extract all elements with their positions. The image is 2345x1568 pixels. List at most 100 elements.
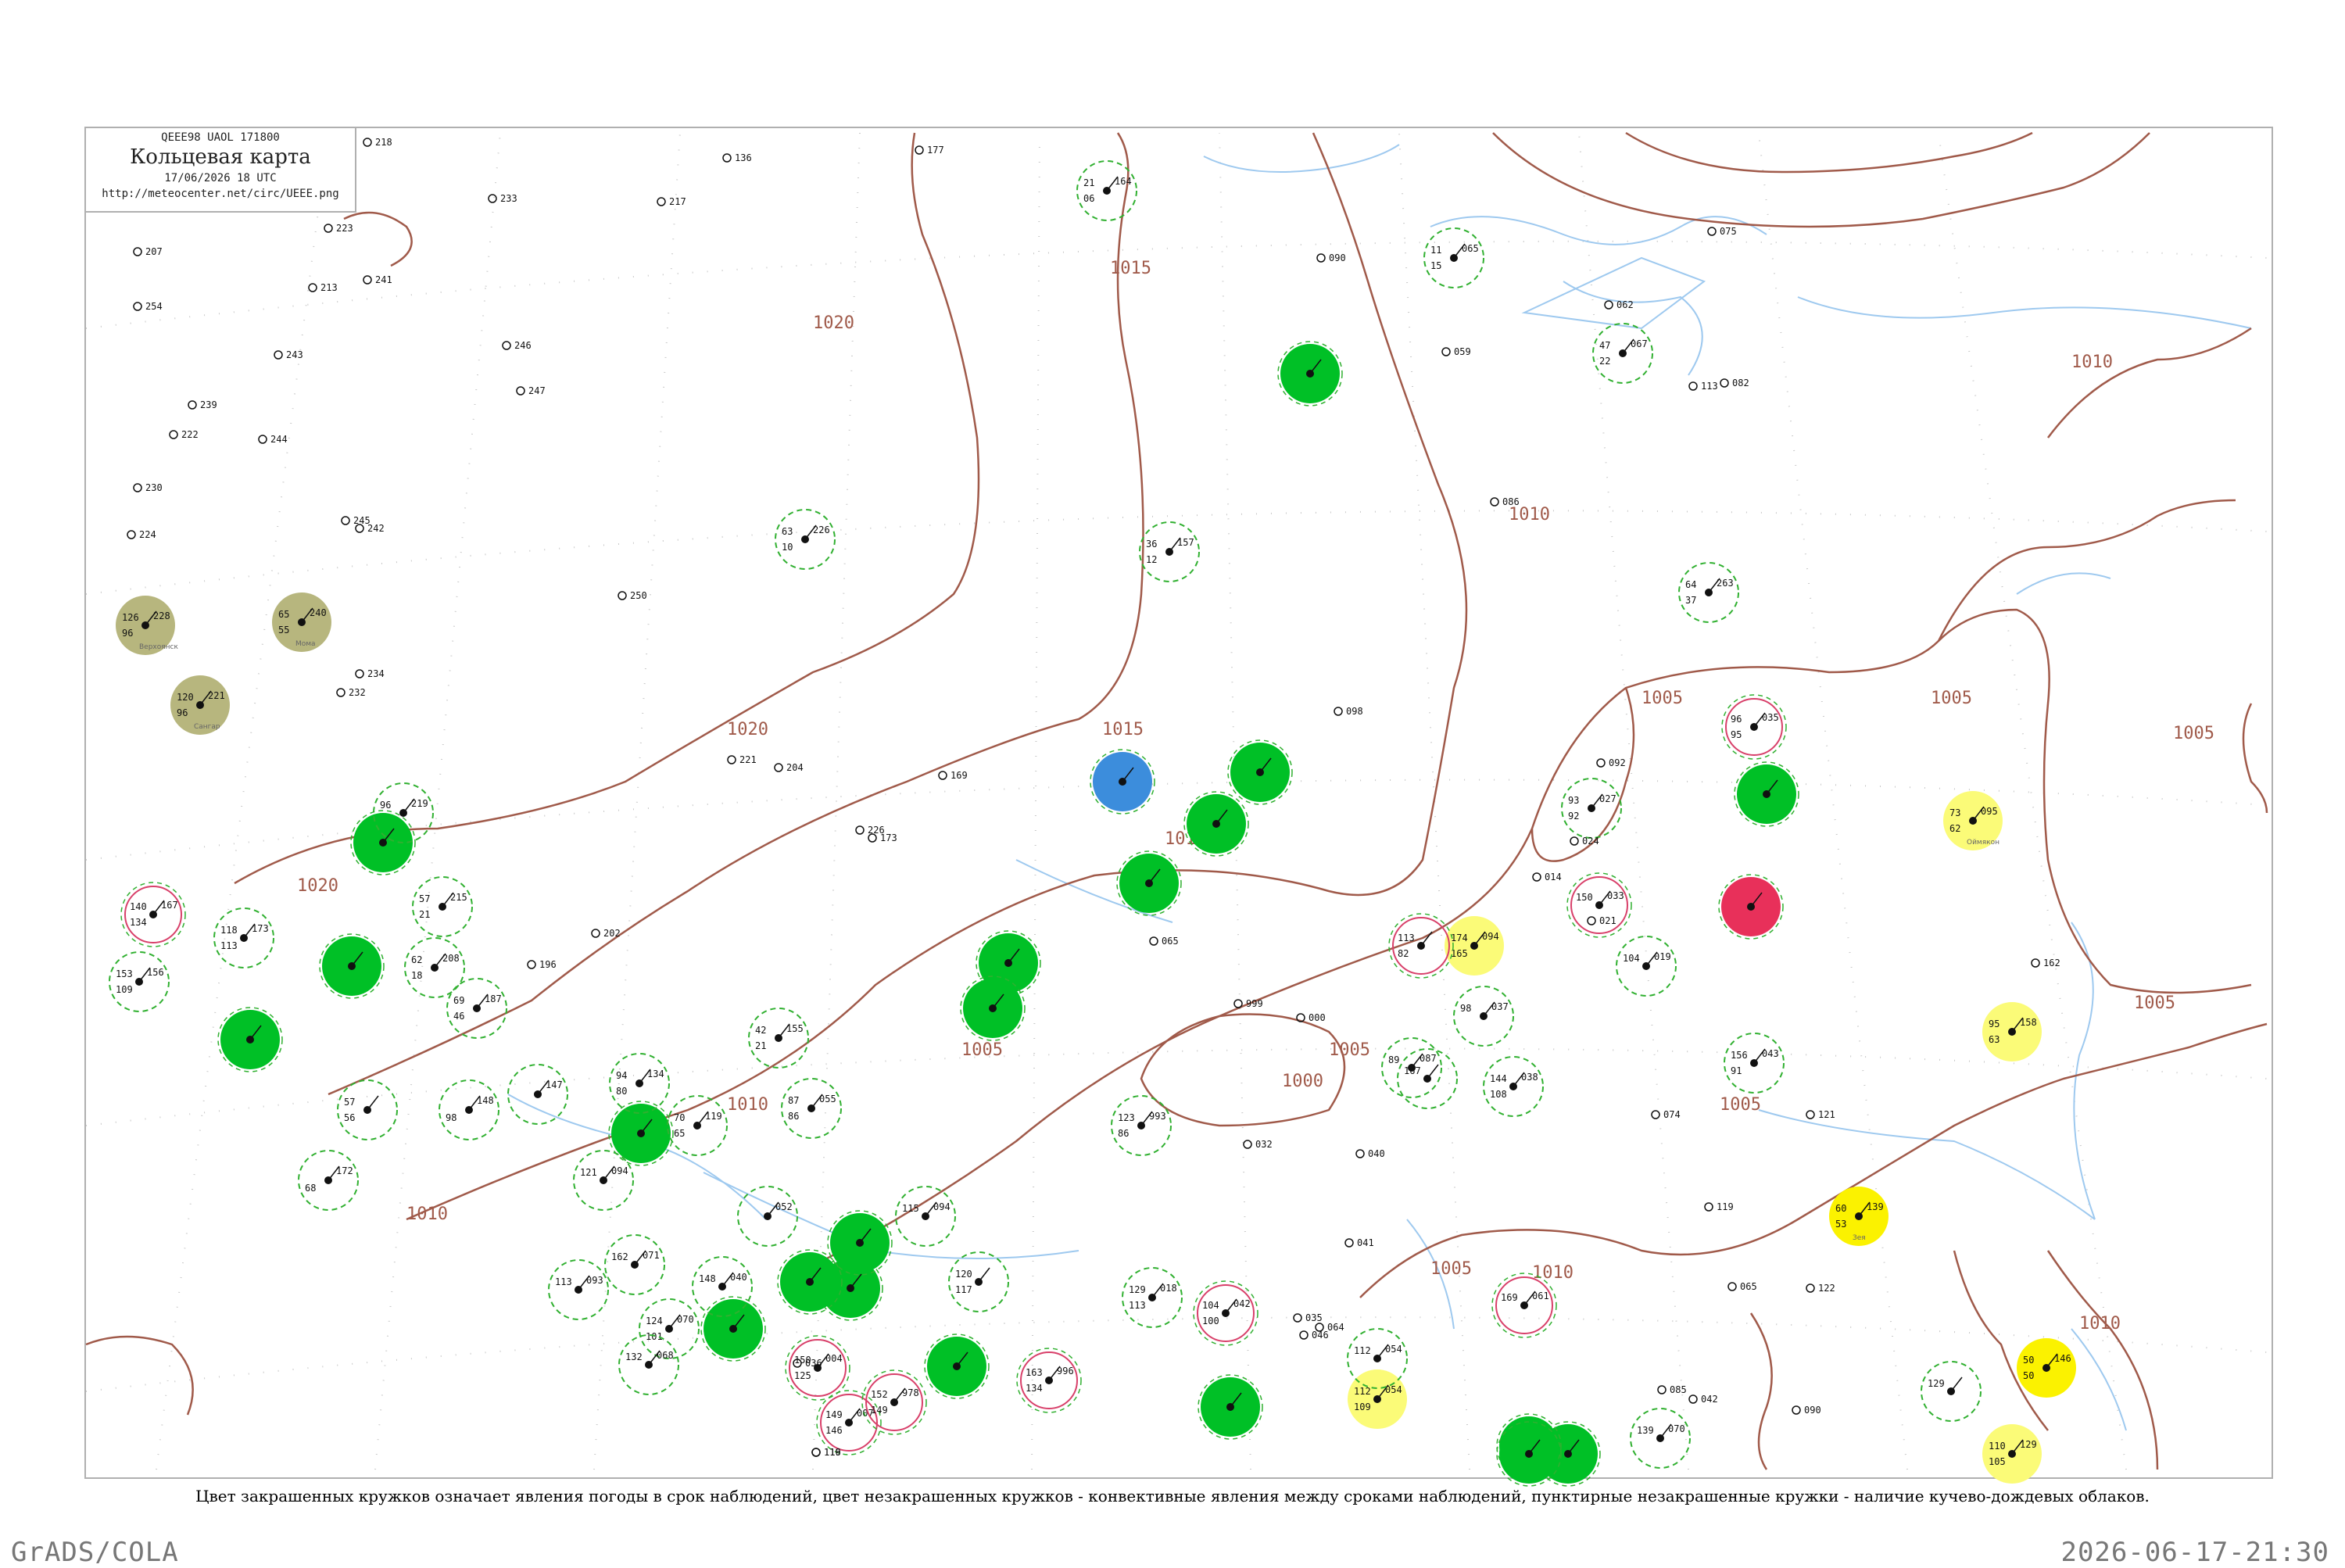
station-marker[interactable]: 93 92 027 bbox=[1561, 778, 1622, 839]
station-marker[interactable]: 140 134 167 bbox=[120, 882, 186, 947]
station-marker[interactable]: 169 061 bbox=[1491, 1273, 1557, 1338]
station-plot[interactable]: 121 bbox=[1806, 1109, 1835, 1120]
station-plot[interactable]: 119 bbox=[1704, 1201, 1734, 1212]
station-plot[interactable]: 090 bbox=[1316, 252, 1346, 263]
station-plot[interactable]: 241 bbox=[363, 274, 392, 285]
station-plot[interactable]: 173 bbox=[868, 832, 897, 843]
station-plot[interactable]: 213 bbox=[308, 282, 338, 293]
station-marker[interactable]: 87 86 055 bbox=[781, 1078, 842, 1139]
station-marker[interactable]: 42 21 155 bbox=[748, 1008, 809, 1069]
station-marker[interactable]: 63 10 226 bbox=[775, 509, 836, 570]
station-marker[interactable]: 36 12 157 bbox=[1139, 521, 1200, 582]
station-marker[interactable]: 129 bbox=[1921, 1361, 1982, 1422]
station-plot[interactable]: 075 bbox=[1707, 226, 1737, 237]
station-marker[interactable]: 149146007 bbox=[816, 1390, 882, 1455]
station-marker[interactable]: 60 53 139 Зея bbox=[1829, 1187, 1889, 1246]
station-plot[interactable]: 245 bbox=[341, 515, 371, 526]
station-plot[interactable]: 065 bbox=[1149, 936, 1179, 947]
station-plot[interactable]: 247 bbox=[516, 385, 546, 396]
station-plot[interactable]: 207 bbox=[133, 246, 163, 257]
station-plot[interactable]: 119 bbox=[811, 1447, 841, 1458]
station-plot[interactable]: 162 bbox=[2031, 958, 2060, 968]
station-marker[interactable] bbox=[319, 933, 385, 999]
station-marker[interactable]: 150 033 bbox=[1566, 872, 1632, 938]
station-plot[interactable]: 196 bbox=[527, 959, 557, 970]
station-plot[interactable]: 098 bbox=[1334, 706, 1363, 717]
station-marker[interactable]: 123 86 993 bbox=[1111, 1095, 1172, 1156]
station-marker[interactable]: 121 094 bbox=[573, 1150, 634, 1211]
station-plot[interactable]: 177 bbox=[915, 145, 944, 156]
station-marker[interactable]: 120 96 221 Сангар bbox=[170, 675, 230, 735]
station-plot[interactable]: 082 bbox=[1720, 378, 1749, 388]
station-plot[interactable]: 065 bbox=[1727, 1281, 1757, 1292]
station-plot[interactable]: 218 bbox=[363, 137, 392, 148]
station-plot[interactable]: 113 bbox=[1688, 381, 1718, 392]
source-url[interactable]: http://meteocenter.net/circ/UEEE.png bbox=[86, 188, 355, 200]
station-marker[interactable]: 118 113 173 bbox=[213, 908, 274, 968]
station-marker[interactable]: 68 172 bbox=[298, 1150, 359, 1211]
station-marker[interactable]: 50 50 146 bbox=[2017, 1338, 2076, 1398]
station-plot[interactable]: 217 bbox=[657, 196, 686, 207]
station-marker[interactable]: 162 071 bbox=[604, 1234, 665, 1295]
station-plot[interactable]: 014 bbox=[1532, 872, 1562, 882]
station-plot[interactable]: 021 bbox=[1587, 915, 1616, 926]
station-marker[interactable]: 73 62 095 Оймякон bbox=[1943, 791, 2003, 850]
station-marker[interactable] bbox=[217, 1007, 283, 1072]
station-plot[interactable]: 059 bbox=[1441, 346, 1471, 357]
station-plot[interactable]: 232 bbox=[336, 687, 366, 698]
station-plot[interactable]: 085 bbox=[1657, 1384, 1687, 1395]
station-plot[interactable]: 221 bbox=[727, 754, 757, 765]
station-marker[interactable]: 132 068 bbox=[618, 1334, 679, 1395]
station-marker[interactable]: 21 06 164 bbox=[1076, 160, 1137, 221]
station-plot[interactable]: 136 bbox=[722, 152, 752, 163]
station-marker[interactable] bbox=[1734, 761, 1799, 827]
station-marker[interactable]: 153 109 156 bbox=[109, 951, 170, 1012]
station-plot[interactable]: 086 bbox=[1490, 496, 1520, 507]
station-plot[interactable]: 074 bbox=[1651, 1109, 1681, 1120]
station-plot[interactable]: 222 bbox=[169, 429, 199, 440]
station-plot[interactable]: 223 bbox=[324, 223, 353, 234]
station-plot[interactable]: 250 bbox=[618, 590, 647, 601]
station-plot[interactable]: 224 bbox=[127, 529, 156, 540]
station-plot[interactable]: 230 bbox=[133, 482, 163, 493]
station-plot[interactable]: 046 bbox=[1299, 1330, 1329, 1341]
station-plot[interactable]: 032 bbox=[1243, 1139, 1273, 1150]
station-marker[interactable] bbox=[1718, 874, 1784, 940]
station-marker[interactable] bbox=[350, 810, 416, 875]
station-marker[interactable] bbox=[1198, 1374, 1263, 1440]
station-marker[interactable] bbox=[960, 976, 1026, 1041]
station-marker[interactable]: 96 95 035 bbox=[1721, 694, 1787, 760]
station-marker[interactable]: 112 109 054 bbox=[1348, 1369, 1407, 1429]
station-marker[interactable]: 156 91 043 bbox=[1724, 1033, 1785, 1094]
station-plot[interactable]: 246 bbox=[502, 340, 532, 351]
station-marker[interactable] bbox=[700, 1296, 766, 1362]
station-plot[interactable]: 169 bbox=[938, 770, 968, 781]
station-marker[interactable]: 64 37 263 bbox=[1678, 562, 1739, 623]
station-marker[interactable]: 69 46 187 bbox=[446, 978, 507, 1039]
station-marker[interactable] bbox=[924, 1334, 990, 1399]
station-plot[interactable]: 035 bbox=[1293, 1312, 1323, 1323]
station-marker[interactable]: 129 113 018 bbox=[1122, 1267, 1183, 1328]
station-marker[interactable]: 120117 bbox=[948, 1251, 1009, 1312]
station-plot[interactable]: 239 bbox=[188, 399, 217, 410]
station-marker[interactable]: 113 093 bbox=[548, 1259, 609, 1320]
station-plot[interactable]: 000 bbox=[1296, 1012, 1326, 1023]
station-marker[interactable]: 144 108 038 bbox=[1483, 1056, 1544, 1117]
station-marker[interactable]: 98 037 bbox=[1453, 986, 1514, 1047]
station-plot[interactable]: 042 bbox=[1688, 1394, 1718, 1405]
station-marker[interactable]: 115 094 bbox=[895, 1186, 956, 1247]
station-marker[interactable]: 052 bbox=[737, 1186, 798, 1247]
station-marker[interactable]: 11 15 065 bbox=[1423, 227, 1484, 288]
station-marker[interactable] bbox=[1227, 739, 1293, 805]
station-marker[interactable] bbox=[608, 1101, 674, 1166]
station-marker[interactable]: 147 bbox=[507, 1064, 568, 1125]
station-marker[interactable]: 5756 bbox=[337, 1079, 398, 1140]
station-marker[interactable]: 65 55 240 Мома bbox=[272, 592, 331, 652]
station-marker[interactable]: 163 134 996 bbox=[1016, 1348, 1082, 1413]
station-plot[interactable]: 234 bbox=[355, 668, 385, 679]
station-marker[interactable]: 139 070 bbox=[1630, 1408, 1691, 1469]
station-plot[interactable]: 254 bbox=[133, 301, 163, 312]
station-marker[interactable]: 98 148 bbox=[439, 1079, 499, 1140]
station-plot[interactable]: 024 bbox=[1570, 836, 1599, 847]
station-marker[interactable]: 152 149 978 bbox=[861, 1369, 927, 1435]
